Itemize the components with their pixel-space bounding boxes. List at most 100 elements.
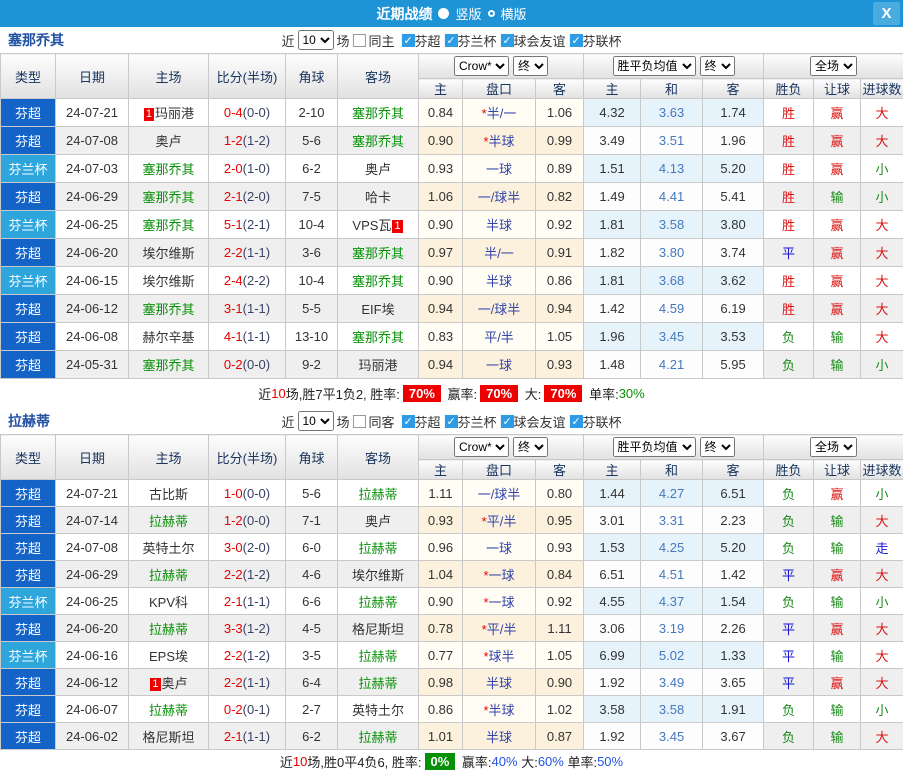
goals-result-cell: 大 (861, 615, 903, 642)
sub-avg-draw: 和 (641, 79, 703, 99)
home-team-cell: 奥卢 (129, 127, 209, 155)
match-row: 芬超24-06-08赫尔辛基4-1(1-1)13-10塞那乔其0.83平/半1.… (1, 323, 903, 351)
odds-state-select[interactable]: 终 (513, 56, 548, 76)
goals-result-cell: 大 (861, 642, 903, 669)
col-corner: 角球 (286, 54, 338, 99)
summary-text: 10 (293, 754, 307, 769)
corner-cell: 10-4 (286, 267, 338, 295)
goals-result-cell: 走 (861, 534, 903, 561)
avg-draw-cell: 3.80 (641, 239, 703, 267)
layout-radio-vertical-label[interactable]: 竖版 (455, 4, 481, 23)
handicap-result-cell: 赢 (814, 99, 861, 127)
team-label: 拉赫蒂 (358, 595, 397, 610)
odds-company-select[interactable]: Crow* (454, 437, 509, 457)
team-label: 奥卢 (162, 676, 188, 691)
odds-company-select[interactable]: Crow* (454, 56, 509, 76)
league-checkbox[interactable] (501, 415, 514, 428)
handicap-result-cell: 输 (814, 696, 861, 723)
league-checkbox[interactable] (401, 415, 414, 428)
handicap-cell: 一/球半 (463, 183, 536, 211)
score-cell: 3-3(1-2) (209, 615, 286, 642)
away-odds-cell: 1.06 (536, 99, 584, 127)
col-home: 主场 (129, 435, 209, 480)
avg-home-cell: 1.49 (584, 183, 641, 211)
avg-home-cell: 4.32 (584, 99, 641, 127)
same-venue-checkbox[interactable] (352, 34, 365, 47)
avg-odds-select[interactable]: 胜平负均值 (613, 437, 696, 457)
league-checkbox-label: 芬联杯 (583, 412, 622, 431)
handicap-result-cell: 输 (814, 351, 861, 379)
home-odds-cell: 0.93 (419, 507, 463, 534)
avg-odds-select[interactable]: 胜平负均值 (613, 56, 696, 76)
layout-radio-horizontal-label[interactable]: 横版 (501, 4, 527, 23)
match-date: 24-07-08 (56, 127, 129, 155)
final-score: 2-1 (224, 729, 243, 744)
team-label: 拉赫蒂 (149, 622, 188, 637)
home-odds-cell: 1.06 (419, 183, 463, 211)
scope-select[interactable]: 全场 (810, 56, 857, 76)
layout-radio-vertical[interactable] (438, 8, 449, 19)
sub-handicap-result: 让球 (814, 460, 861, 480)
goals-result-cell: 大 (861, 295, 903, 323)
team-label: 奥卢 (155, 134, 181, 149)
odds-state-select[interactable]: 终 (513, 437, 548, 457)
score-cell: 2-1(1-1) (209, 723, 286, 750)
home-odds-cell: 0.77 (419, 642, 463, 669)
league-checkbox[interactable] (445, 34, 458, 47)
avg-draw-cell: 3.45 (641, 723, 703, 750)
handicap-result-cell: 赢 (814, 211, 861, 239)
league-type-cell: 芬超 (1, 507, 56, 534)
league-checkbox[interactable] (445, 415, 458, 428)
home-odds-cell: 0.97 (419, 239, 463, 267)
sub-away-odds: 客 (536, 79, 584, 99)
home-team-cell: 拉赫蒂 (129, 561, 209, 588)
away-odds-cell: 1.11 (536, 615, 584, 642)
league-type-cell: 芬兰杯 (1, 267, 56, 295)
score-cell: 0-2(0-1) (209, 696, 286, 723)
close-icon[interactable]: X (873, 2, 900, 25)
avg-state-select[interactable]: 终 (700, 56, 735, 76)
league-type-cell: 芬超 (1, 295, 56, 323)
league-checkbox[interactable] (501, 34, 514, 47)
league-checkbox[interactable] (570, 34, 583, 47)
away-team-cell: 拉赫蒂 (338, 480, 419, 507)
col-away: 客场 (338, 435, 419, 480)
match-row: 芬超24-06-20埃尔维斯2-2(1-1)3-6塞那乔其0.97半/一0.91… (1, 239, 903, 267)
away-odds-cell: 0.92 (536, 588, 584, 615)
match-row: 芬超24-07-211玛丽港0-4(0-0)2-10塞那乔其0.84*半/一1.… (1, 99, 903, 127)
final-score: 1-2 (224, 513, 243, 528)
away-odds-cell: 0.99 (536, 127, 584, 155)
avg-home-cell: 6.51 (584, 561, 641, 588)
handicap-cell: *半球 (463, 127, 536, 155)
away-team-cell: 拉赫蒂 (338, 642, 419, 669)
final-score: 2-1 (224, 189, 243, 204)
league-checkbox[interactable] (570, 415, 583, 428)
team-label: 塞那乔其 (352, 246, 404, 261)
red-card-badge: 1 (144, 108, 154, 121)
team-label: 奥卢 (365, 162, 391, 177)
recent-count-select[interactable]: 10 (297, 30, 333, 50)
avg-home-cell: 1.44 (584, 480, 641, 507)
handicap-label: 平/半 (487, 622, 517, 637)
layout-radio-horizontal[interactable] (488, 10, 495, 17)
away-team-results-table: 类型 日期 主场 比分(半场) 角球 客场 Crow* 终 胜平负均值 终 全场… (0, 434, 903, 750)
col-type: 类型 (1, 54, 56, 99)
home-team-name: 塞那乔其 (8, 30, 64, 50)
home-odds-cell: 0.90 (419, 211, 463, 239)
handicap-label: 一/球半 (478, 487, 521, 502)
half-score: (1-2) (243, 567, 270, 582)
avg-away-cell: 3.74 (703, 239, 764, 267)
league-checkbox-label: 球会友谊 (514, 31, 566, 50)
same-venue-checkbox[interactable] (352, 415, 365, 428)
final-score: 3-1 (224, 301, 243, 316)
recent-count-select[interactable]: 10 (297, 411, 333, 431)
half-score: (2-0) (243, 540, 270, 555)
handicap-label: 一球 (486, 162, 512, 177)
league-checkbox[interactable] (401, 34, 414, 47)
page-title: 近期战绩 (376, 4, 432, 24)
scope-select[interactable]: 全场 (810, 437, 857, 457)
avg-state-select[interactable]: 终 (700, 437, 735, 457)
corner-cell: 7-5 (286, 183, 338, 211)
half-score: (1-1) (243, 594, 270, 609)
score-cell: 0-4(0-0) (209, 99, 286, 127)
